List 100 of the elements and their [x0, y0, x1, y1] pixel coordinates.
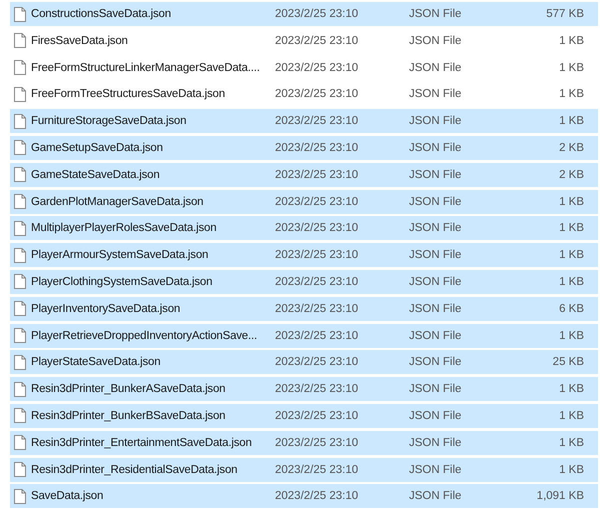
- file-size: 1 KB: [558, 34, 584, 47]
- file-name: GameStateSaveData.json: [31, 168, 161, 181]
- file-size: 1 KB: [558, 115, 584, 128]
- file-date: 2023/2/25 23:10: [275, 276, 360, 288]
- file-date: 2023/2/25 23:10: [275, 436, 360, 449]
- file-type: JSON File: [409, 490, 462, 502]
- file-type: JSON File: [409, 436, 462, 449]
- file-row[interactable]: FreeFormStructureLinkerManagerSaveData.... 2023/2/25 23:10 JSON File 1 KB: [10, 56, 598, 80]
- file-type: JSON File: [409, 222, 462, 234]
- file-type: JSON File: [409, 276, 462, 288]
- file-date: 2023/2/25 23:10: [275, 302, 360, 315]
- file-size: 1 KB: [558, 464, 584, 476]
- file-date: 2023/2/25 23:10: [275, 168, 360, 181]
- file-name: PlayerArmourSystemSaveData.json: [31, 249, 210, 262]
- file-name: MultiplayerPlayerRolesSaveData.json: [31, 222, 218, 234]
- file-name: PlayerStateSaveData.json: [31, 356, 162, 368]
- file-icon: [14, 248, 26, 263]
- file-type: JSON File: [409, 196, 462, 208]
- file-date: 2023/2/25 23:10: [275, 249, 360, 262]
- file-icon: [14, 60, 26, 76]
- file-name: Resin3dPrinter_BunkerBSaveData.json: [31, 410, 226, 422]
- file-icon: [14, 86, 26, 102]
- file-size: 1,091 KB: [536, 490, 584, 502]
- file-icon: [14, 33, 26, 48]
- file-type: JSON File: [409, 168, 462, 181]
- file-row[interactable]: PlayerClothingSystemSaveData.json 2023/2/25 23:10 JSON File 1 KB: [10, 270, 598, 294]
- file-row[interactable]: Resin3dPrinter_EntertainmentSaveData.json 2023/2/25 23:10 JSON File 1 KB: [10, 430, 598, 455]
- file-size: 2 KB: [558, 142, 584, 154]
- file-icon: [14, 6, 26, 22]
- file-icon: [14, 194, 26, 210]
- file-type: JSON File: [409, 8, 462, 20]
- file-type: JSON File: [409, 330, 462, 342]
- file-name: PlayerInventorySaveData.json: [31, 302, 182, 315]
- file-type: JSON File: [409, 410, 462, 422]
- file-row[interactable]: GameSetupSaveData.json 2023/2/25 23:10 JSON File 2 KB: [10, 136, 598, 160]
- file-icon: [14, 140, 26, 156]
- file-type: JSON File: [409, 34, 462, 47]
- file-icon: [14, 382, 26, 397]
- file-type: JSON File: [409, 142, 462, 154]
- file-type: JSON File: [409, 62, 462, 74]
- file-row[interactable]: GameStateSaveData.json 2023/2/25 23:10 JSON File 2 KB: [10, 162, 598, 187]
- file-type: JSON File: [409, 356, 462, 368]
- file-row[interactable]: PlayerArmourSystemSaveData.json 2023/2/25 23:10 JSON File 1 KB: [10, 243, 598, 268]
- file-date: 2023/2/25 23:10: [275, 464, 360, 476]
- file-date: 2023/2/25 23:10: [275, 196, 360, 208]
- file-size: 1 KB: [558, 276, 584, 288]
- file-size: 2 KB: [558, 168, 584, 181]
- file-size: 1 KB: [558, 383, 584, 396]
- file-type: JSON File: [409, 249, 462, 262]
- file-row[interactable]: FreeFormTreeStructuresSaveData.json 2023/2/25 23:10 JSON File 1 KB: [10, 82, 598, 106]
- file-date: 2023/2/25 23:10: [275, 8, 360, 20]
- file-size: 1 KB: [558, 410, 584, 422]
- file-date: 2023/2/25 23:10: [275, 34, 360, 47]
- file-name: SaveData.json: [31, 490, 104, 502]
- file-icon: [14, 167, 26, 182]
- file-icon: [14, 301, 26, 316]
- file-icon: [14, 328, 26, 344]
- file-icon: [14, 408, 26, 424]
- file-size: 1 KB: [558, 330, 584, 342]
- file-row[interactable]: SaveData.json 2023/2/25 23:10 JSON File 1,091 KB: [10, 484, 598, 508]
- file-name: FiresSaveData.json: [31, 34, 129, 47]
- file-name: PlayerClothingSystemSaveData.json: [31, 276, 214, 288]
- file-date: 2023/2/25 23:10: [275, 222, 360, 234]
- file-row[interactable]: FurnitureStorageSaveData.json 2023/2/25 23:10 JSON File 1 KB: [10, 109, 598, 134]
- file-date: 2023/2/25 23:10: [275, 356, 360, 368]
- file-icon: [14, 462, 26, 478]
- file-date: 2023/2/25 23:10: [275, 88, 360, 100]
- file-type: JSON File: [409, 464, 462, 476]
- file-row[interactable]: ConstructionsSaveData.json 2023/2/25 23:10 JSON File 577 KB: [10, 2, 598, 26]
- file-name: ConstructionsSaveData.json: [31, 8, 172, 20]
- file-name: PlayerRetrieveDroppedInventoryActionSave...: [31, 330, 258, 342]
- file-date: 2023/2/25 23:10: [275, 383, 360, 396]
- file-type: JSON File: [409, 302, 462, 315]
- file-size: 1 KB: [558, 62, 584, 74]
- file-icon: [14, 435, 26, 450]
- file-icon: [14, 114, 26, 129]
- file-name: Resin3dPrinter_BunkerASaveData.json: [31, 383, 226, 396]
- file-row[interactable]: PlayerInventorySaveData.json 2023/2/25 23:10 JSON File 6 KB: [10, 296, 598, 321]
- file-row[interactable]: MultiplayerPlayerRolesSaveData.json 2023/2/25 23:10 JSON File 1 KB: [10, 216, 598, 240]
- file-date: 2023/2/25 23:10: [275, 62, 360, 74]
- file-date: 2023/2/25 23:10: [275, 330, 360, 342]
- file-icon: [14, 354, 26, 370]
- file-icon: [14, 488, 26, 504]
- file-row[interactable]: GardenPlotManagerSaveData.json 2023/2/25 23:10 JSON File 1 KB: [10, 190, 598, 214]
- file-row[interactable]: Resin3dPrinter_ResidentialSaveData.json 2023/2/25 23:10 JSON File 1 KB: [10, 458, 598, 482]
- file-size: 25 KB: [552, 356, 584, 368]
- file-icon: [14, 274, 26, 290]
- file-row[interactable]: Resin3dPrinter_BunkerBSaveData.json 2023/2/25 23:10 JSON File 1 KB: [10, 404, 598, 428]
- file-name: GardenPlotManagerSaveData.json: [31, 196, 204, 208]
- file-size: 6 KB: [558, 302, 584, 315]
- file-date: 2023/2/25 23:10: [275, 142, 360, 154]
- file-name: Resin3dPrinter_EntertainmentSaveData.json: [31, 436, 253, 449]
- file-name: FreeFormStructureLinkerManagerSaveData....: [31, 62, 261, 74]
- file-date: 2023/2/25 23:10: [275, 490, 360, 502]
- file-row[interactable]: PlayerStateSaveData.json 2023/2/25 23:10 JSON File 25 KB: [10, 350, 598, 374]
- file-row[interactable]: PlayerRetrieveDroppedInventoryActionSave... 2023/2/25 23:10 JSON File 1 KB: [10, 324, 598, 348]
- file-name: FurnitureStorageSaveData.json: [31, 115, 188, 128]
- file-row[interactable]: FiresSaveData.json 2023/2/25 23:10 JSON File 1 KB: [10, 28, 598, 53]
- file-icon: [14, 220, 26, 236]
- file-row[interactable]: Resin3dPrinter_BunkerASaveData.json 2023/2/25 23:10 JSON File 1 KB: [10, 377, 598, 402]
